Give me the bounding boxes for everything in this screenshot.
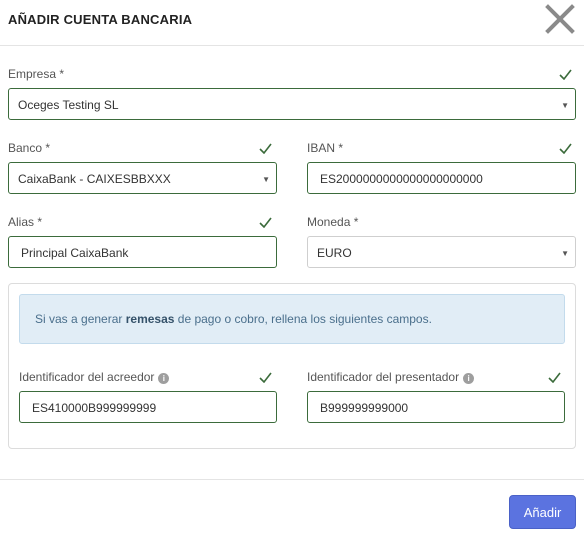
presentador-value: B999999999000 — [320, 401, 409, 415]
acreedor-input[interactable]: ES410000B999999999 — [19, 391, 277, 423]
modal-title: AÑADIR CUENTA BANCARIA — [8, 12, 193, 27]
check-icon — [559, 143, 572, 154]
empresa-label: Empresa * — [8, 67, 65, 81]
alias-label: Alias * — [8, 215, 43, 229]
presentador-input[interactable]: B999999999000 — [307, 391, 565, 423]
presentador-label: Identificador del presentador i — [307, 370, 475, 384]
close-icon[interactable] — [543, 2, 577, 36]
remesas-info-alert: Si vas a generar remesas de pago o cobro… — [19, 294, 565, 344]
moneda-value: EURO — [317, 246, 352, 260]
acreedor-value: ES410000B999999999 — [32, 401, 157, 415]
alias-input[interactable]: Principal CaixaBank — [8, 236, 277, 268]
info-icon[interactable]: i — [158, 373, 170, 384]
add-button[interactable]: Añadir — [509, 495, 576, 529]
check-icon — [259, 372, 272, 383]
footer-divider — [0, 479, 584, 480]
moneda-select[interactable]: EURO ▼ — [307, 236, 576, 268]
iban-label: IBAN * — [307, 141, 344, 155]
remesas-info-text: Si vas a generar remesas de pago o cobro… — [35, 312, 432, 326]
check-icon — [548, 372, 561, 383]
info-icon[interactable]: i — [463, 373, 475, 384]
alias-value: Principal CaixaBank — [21, 246, 129, 260]
banco-value: CaixaBank - CAIXESBBXXX — [18, 172, 171, 186]
acreedor-label: Identificador del acreedor i — [19, 370, 170, 384]
moneda-label: Moneda * — [307, 215, 359, 229]
banco-select[interactable]: CaixaBank - CAIXESBBXXX ▼ — [8, 162, 277, 194]
chevron-down-icon: ▼ — [561, 101, 569, 110]
empresa-select[interactable]: Oceges Testing SL ▼ — [8, 88, 576, 120]
iban-value: ES2000000000000000000000 — [320, 172, 483, 186]
modal-header: AÑADIR CUENTA BANCARIA — [0, 0, 584, 46]
empresa-value: Oceges Testing SL — [18, 98, 119, 112]
iban-input[interactable]: ES2000000000000000000000 — [307, 162, 576, 194]
chevron-down-icon: ▼ — [561, 249, 569, 258]
check-icon — [559, 69, 572, 80]
check-icon — [259, 217, 272, 228]
banco-label: Banco * — [8, 141, 51, 155]
check-icon — [259, 143, 272, 154]
chevron-down-icon: ▼ — [262, 175, 270, 184]
close-button[interactable] — [543, 2, 577, 36]
